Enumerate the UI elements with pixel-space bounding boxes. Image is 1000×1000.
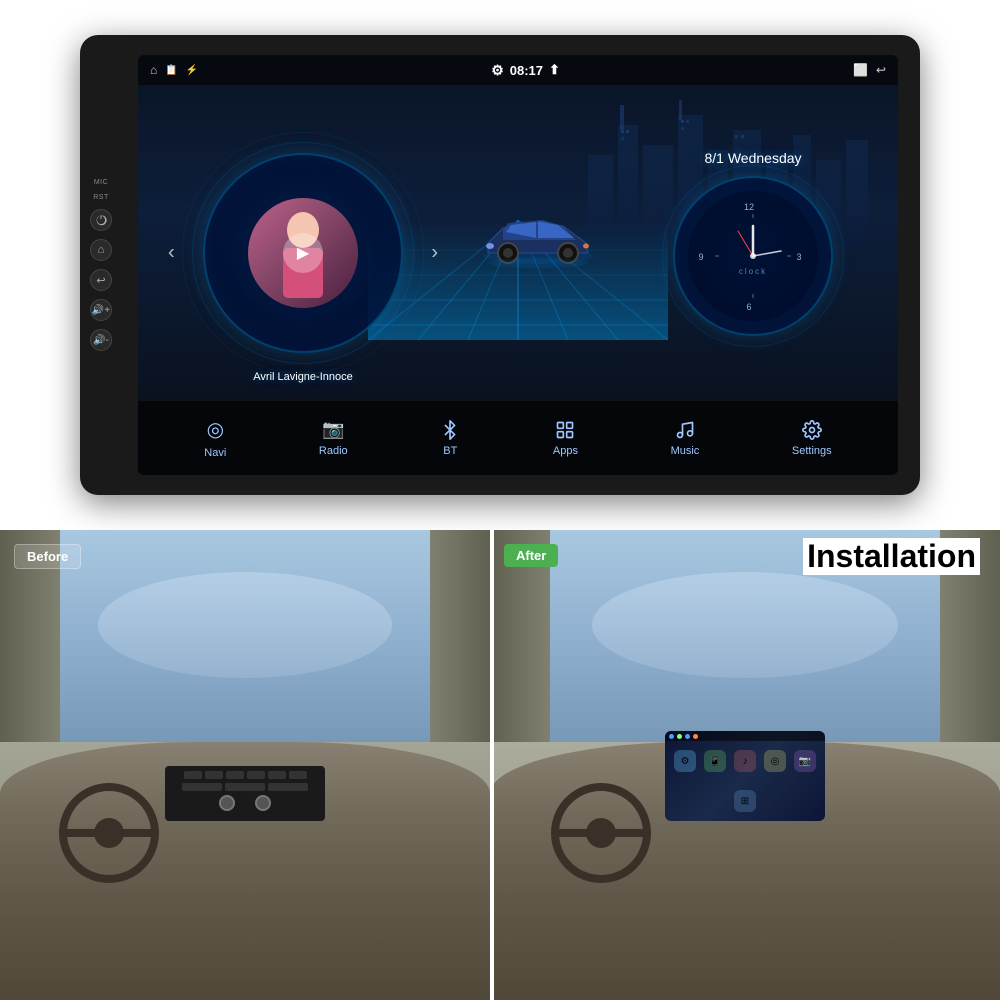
settings-label: Settings — [792, 445, 832, 457]
power-button[interactable] — [90, 209, 112, 231]
status-bar: ⌂ 📋 ⚡ ⚙ 08:17 ⬆ ⬜ ↩ — [138, 55, 898, 85]
svg-text:6: 6 — [746, 302, 751, 312]
section-divider — [490, 530, 494, 1000]
home-icon: ⌂ — [150, 63, 157, 77]
time-display: ⚙ 08:17 ⬆ — [491, 62, 560, 79]
car-visual-panel — [468, 85, 608, 400]
svg-text:9: 9 — [698, 252, 703, 262]
nav-item-music[interactable]: Music — [657, 414, 714, 463]
after-interior: ⚙ 📱 ♪ ◎ 📷 ⊞ — [490, 530, 1000, 1000]
svg-text:clock: clock — [739, 267, 767, 276]
notification-icon: 📋 — [165, 65, 177, 76]
nav-bar: ◎ Navi 📷 Radio BT — [138, 400, 898, 475]
wifi-icon: ⚡ — [186, 65, 198, 76]
before-label: Before — [14, 544, 81, 569]
prev-track-button[interactable]: ‹ — [168, 241, 175, 264]
svg-text:12: 12 — [744, 202, 754, 212]
time-text: 08:17 — [510, 63, 543, 78]
before-interior — [0, 530, 490, 1000]
clock-panel: 8/1 Wednesday 12 3 6 9 clock — [608, 85, 898, 400]
home-button[interactable]: ⌂ — [90, 239, 112, 261]
radio-label: Radio — [319, 445, 348, 457]
window-icon: ⬜ — [853, 63, 868, 77]
stereo-unit: MIC RST ⌂ ↩ 🔊+ 🔊- ⌂ 📋 ⚡ ⚙ — [80, 35, 920, 495]
nav-item-apps[interactable]: Apps — [539, 414, 592, 463]
bottom-section: Before — [0, 530, 1000, 1000]
apps-label: Apps — [553, 445, 578, 457]
song-title: Avril Lavigne-Innoce — [253, 371, 352, 383]
back-button[interactable]: ↩ — [90, 269, 112, 291]
status-bar-left: ⌂ 📋 ⚡ — [150, 63, 198, 77]
back-nav-icon: ↩ — [876, 63, 886, 77]
clock-face: 12 3 6 9 clock — [688, 191, 818, 321]
radio-icon: 📷 — [322, 419, 344, 440]
nav-item-bt[interactable]: BT — [426, 414, 474, 463]
after-panel: ⚙ 📱 ♪ ◎ 📷 ⊞ After Installation — [490, 530, 1000, 1000]
svg-text:3: 3 — [796, 252, 801, 262]
status-bar-center: ⚙ 08:17 ⬆ — [204, 62, 847, 79]
nav-item-settings[interactable]: Settings — [778, 414, 846, 463]
after-steering-wheel — [551, 783, 651, 883]
bluetooth-nav-icon — [440, 420, 460, 440]
after-label: After — [504, 544, 558, 567]
music-ring: ▶ — [203, 153, 403, 353]
status-bar-right: ⬜ ↩ — [853, 63, 886, 77]
screen: ⌂ 📋 ⚡ ⚙ 08:17 ⬆ ⬜ ↩ — [138, 55, 898, 475]
before-steering-wheel — [59, 783, 159, 883]
play-button[interactable]: ▶ — [283, 233, 323, 273]
car-icon — [468, 208, 608, 278]
nav-item-navi[interactable]: ◎ Navi — [190, 411, 240, 465]
music-player-panel: ▶ ‹ › Avril Lavigne-Innoce — [138, 85, 468, 400]
original-radio — [165, 766, 325, 821]
side-buttons: MIC RST ⌂ ↩ 🔊+ 🔊- — [90, 179, 112, 351]
mic-label: MIC — [94, 179, 108, 186]
installation-title: Installation — [803, 538, 980, 575]
vol-up-button[interactable]: 🔊+ — [90, 299, 112, 321]
bluetooth-icon: ⚙ — [491, 62, 504, 79]
pillar-right — [430, 530, 490, 742]
album-art: ▶ — [248, 198, 358, 308]
settings-nav-icon — [802, 420, 822, 440]
clock-ring: 12 3 6 9 clock — [673, 176, 833, 336]
before-panel: Before — [0, 530, 490, 1000]
nav-item-radio[interactable]: 📷 Radio — [305, 413, 362, 463]
date-display: 8/1 Wednesday — [704, 150, 801, 166]
top-section: MIC RST ⌂ ↩ 🔊+ 🔊- ⌂ 📋 ⚡ ⚙ — [0, 0, 1000, 530]
rst-label: RST — [93, 194, 109, 201]
apps-nav-icon — [555, 420, 575, 440]
navi-icon: ◎ — [207, 417, 224, 442]
vol-down-button[interactable]: 🔊- — [90, 329, 112, 351]
music-nav-icon — [675, 420, 695, 440]
music-label: Music — [671, 445, 700, 457]
navi-label: Navi — [204, 447, 226, 459]
bt-label: BT — [443, 445, 457, 457]
signal-icon: ⬆ — [549, 62, 560, 78]
main-content: ▶ ‹ › Avril Lavigne-Innoce — [138, 85, 898, 400]
installed-stereo: ⚙ 📱 ♪ ◎ 📷 ⊞ — [665, 731, 825, 821]
next-track-button[interactable]: › — [431, 241, 438, 264]
